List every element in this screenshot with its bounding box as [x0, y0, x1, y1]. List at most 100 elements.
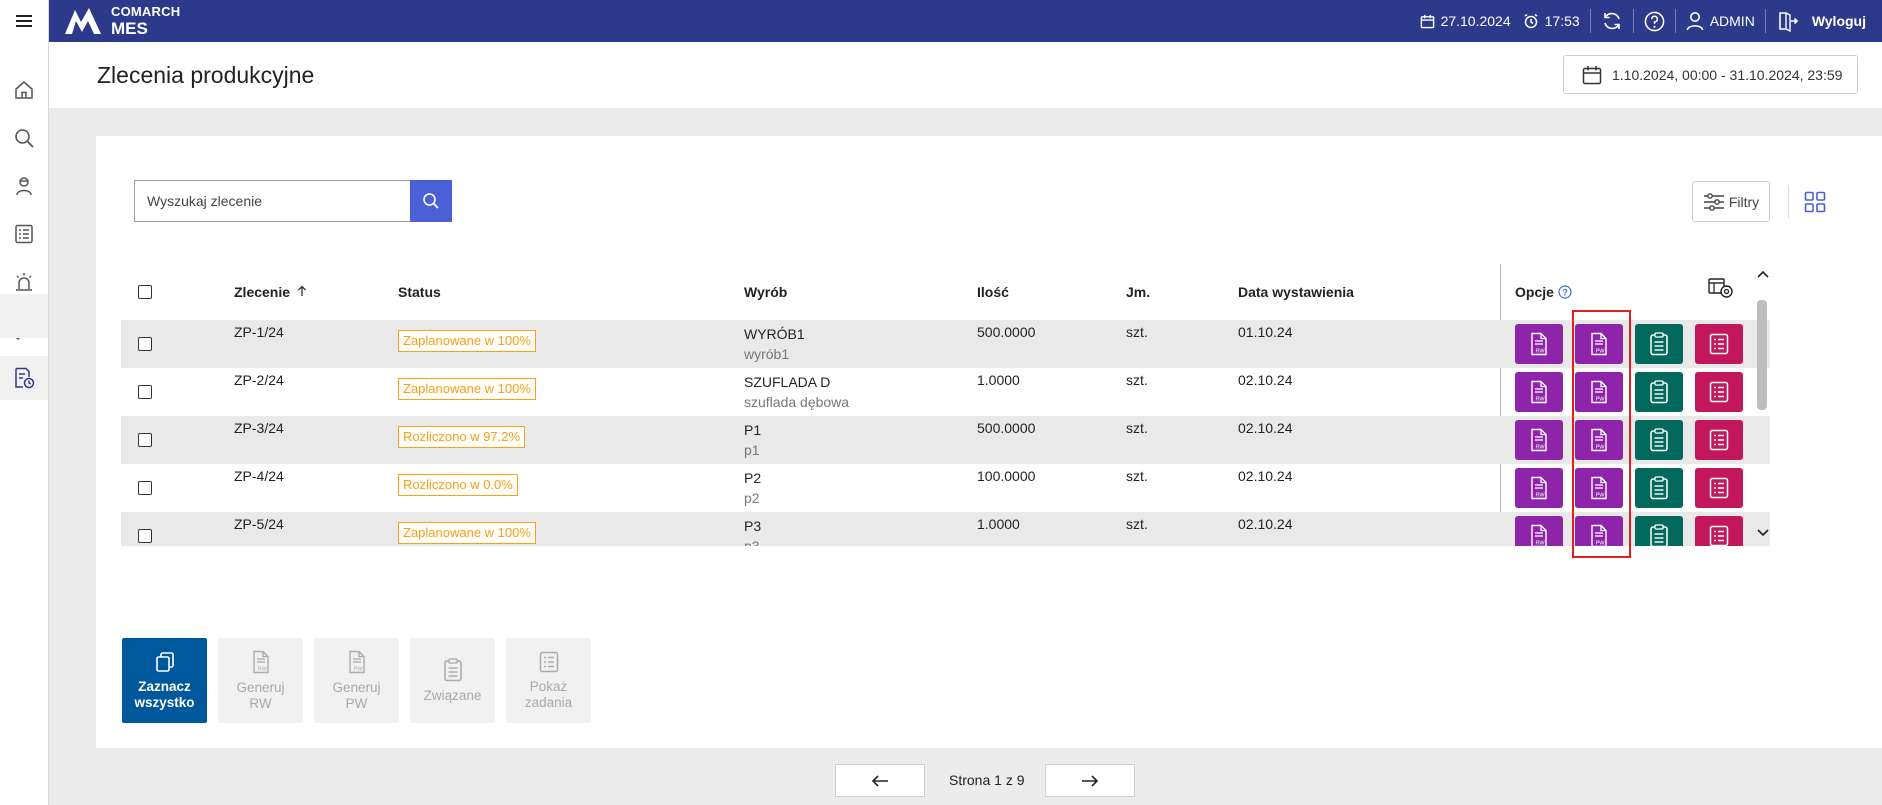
refresh-icon	[1603, 12, 1620, 30]
menu-button[interactable]	[0, 0, 49, 42]
copy-icon	[155, 651, 174, 672]
generate-pw-button[interactable]: PW	[1575, 516, 1623, 546]
product-code: P2	[744, 470, 762, 486]
order-number: ZP-4/24	[234, 468, 284, 484]
pagination: Strona 1 z 9	[835, 764, 1135, 797]
filters-button[interactable]: Filtry	[1692, 181, 1770, 222]
generate-rw-button[interactable]: RW	[1515, 372, 1563, 412]
hamburger-icon	[16, 15, 32, 27]
sidebar-item-search[interactable]	[0, 116, 48, 160]
row-checkbox[interactable]	[138, 337, 152, 351]
next-page-button[interactable]	[1045, 764, 1135, 797]
bulk-generate-pw-button[interactable]: PW Generuj PW	[314, 638, 399, 723]
row-checkbox[interactable]	[138, 385, 152, 399]
status-badge: Rozliczono w 0.0%	[398, 474, 518, 496]
column-header-status[interactable]: Status	[398, 284, 441, 300]
product-description: szuflada dębowa	[744, 394, 850, 410]
generate-rw-button[interactable]: RW	[1515, 420, 1563, 460]
related-button[interactable]	[1635, 468, 1683, 508]
generate-pw-button[interactable]: PW	[1575, 468, 1623, 508]
rw-document-icon: RW	[1531, 524, 1547, 546]
related-button[interactable]	[1635, 516, 1683, 546]
table-row[interactable]: ZP-4/24 Rozliczono w 0.0% P2 p2 100.0000 …	[121, 464, 1770, 512]
column-settings-button[interactable]	[1708, 276, 1734, 303]
issue-date: 02.10.24	[1238, 420, 1293, 436]
brand-logo: COMARCH MES	[63, 3, 180, 39]
table-row[interactable]: ZP-5/24 Zaplanowane w 100% P3 p3 1.0000 s…	[121, 512, 1770, 546]
search-box	[134, 180, 452, 222]
refresh-button[interactable]	[1591, 0, 1633, 42]
alarm-icon	[16, 273, 32, 291]
show-tasks-button[interactable]	[1695, 468, 1743, 508]
search-button[interactable]	[410, 180, 452, 222]
show-tasks-button[interactable]	[1695, 324, 1743, 364]
clipboard-icon	[1650, 332, 1668, 356]
related-button[interactable]	[1635, 420, 1683, 460]
table-row[interactable]: ZP-1/24 Zaplanowane w 100% WYRÓB1 wyrób1 …	[121, 320, 1770, 368]
svg-text:PW: PW	[1596, 349, 1606, 355]
column-header-issue-date[interactable]: Data wystawienia	[1238, 284, 1354, 300]
show-tasks-button[interactable]	[1695, 372, 1743, 412]
page-header: Zlecenia produkcyjne 1.10.2024, 00:00 - …	[49, 42, 1882, 108]
pw-document-icon: PW	[1591, 476, 1607, 500]
scroll-down-button[interactable]	[1755, 525, 1771, 541]
logout-label: Wyloguj	[1811, 13, 1866, 29]
generate-rw-button[interactable]: RW	[1515, 516, 1563, 546]
show-tasks-button[interactable]	[1695, 516, 1743, 546]
chevron-down-icon	[1757, 529, 1769, 537]
show-tasks-button[interactable]	[1695, 420, 1743, 460]
table-row[interactable]: ZP-3/24 Rozliczono w 97.2% P1 p1 500.0000…	[121, 416, 1770, 464]
user-menu[interactable]: ADMIN	[1676, 0, 1765, 42]
sidebar-item-home[interactable]	[0, 68, 48, 112]
sidebar-item-list[interactable]	[0, 212, 48, 256]
generate-pw-button[interactable]: PW	[1575, 372, 1623, 412]
pw-document-icon: PW	[1591, 380, 1607, 404]
select-all-checkbox[interactable]	[138, 285, 152, 299]
search-input[interactable]	[134, 180, 410, 222]
bulk-related-button[interactable]: Związane	[410, 638, 495, 723]
row-checkbox[interactable]	[138, 481, 152, 495]
sidebar-item-operator[interactable]	[0, 164, 48, 208]
unit: szt.	[1126, 324, 1148, 340]
action-label: RW	[249, 695, 272, 711]
product-code: WYRÓB1	[744, 326, 805, 342]
table-row[interactable]: ZP-2/24 Zaplanowane w 100% SZUFLADA D szu…	[121, 368, 1770, 416]
row-checkbox[interactable]	[138, 529, 152, 543]
task-list-icon	[539, 651, 558, 672]
bulk-generate-rw-button[interactable]: RW Generuj RW	[218, 638, 303, 723]
column-header-order[interactable]: Zlecenie	[234, 284, 307, 300]
issue-date: 02.10.24	[1238, 516, 1293, 532]
scroll-up-button[interactable]	[1755, 266, 1771, 282]
related-button[interactable]	[1635, 372, 1683, 412]
generate-pw-button[interactable]: PW	[1575, 420, 1623, 460]
filters-label: Filtry	[1728, 193, 1760, 210]
date-range-picker[interactable]: 1.10.2024, 00:00 - 31.10.2024, 23:59	[1563, 55, 1858, 94]
column-header-product[interactable]: Wyrób	[744, 284, 787, 300]
logout-button[interactable]: Wyloguj	[1766, 0, 1882, 42]
grid-view-button[interactable]	[1801, 188, 1829, 216]
home-icon	[15, 81, 33, 99]
help-button[interactable]	[1634, 0, 1675, 42]
scrollbar-thumb[interactable]	[1757, 300, 1767, 410]
issue-date: 01.10.24	[1238, 324, 1293, 340]
related-button[interactable]	[1635, 324, 1683, 364]
unit: szt.	[1126, 468, 1148, 484]
bulk-show-tasks-button[interactable]: Pokaż zadania	[506, 638, 591, 723]
select-all-button[interactable]: Zaznacz wszystko	[122, 638, 207, 723]
page-indicator: Strona 1 z 9	[949, 772, 1025, 788]
column-header-quantity[interactable]: Ilość	[977, 284, 1009, 300]
rw-document-icon: RW	[1531, 380, 1547, 404]
help-icon	[1644, 11, 1665, 31]
generate-rw-button[interactable]: RW	[1515, 468, 1563, 508]
generate-pw-button[interactable]: PW	[1575, 324, 1623, 364]
issue-date: 02.10.24	[1238, 468, 1293, 484]
arrow-right-icon	[1082, 774, 1099, 787]
generate-rw-button[interactable]: RW	[1515, 324, 1563, 364]
row-checkbox[interactable]	[138, 433, 152, 447]
rw-document-icon: RW	[252, 650, 269, 673]
sidebar-item-production-orders[interactable]	[0, 356, 48, 400]
current-time: 17:53	[1544, 13, 1580, 29]
info-icon[interactable]: ?	[1558, 285, 1572, 299]
previous-page-button[interactable]	[835, 764, 925, 797]
column-header-unit[interactable]: Jm.	[1126, 284, 1150, 300]
